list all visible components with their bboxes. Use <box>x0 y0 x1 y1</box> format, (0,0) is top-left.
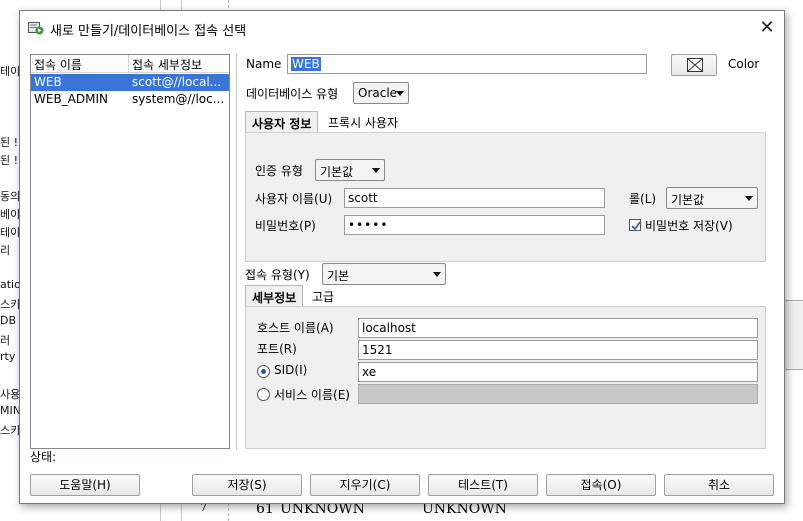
column-header-details[interactable]: 접속 세부정보 <box>132 56 202 73</box>
bg-fragment: 러 <box>0 334 11 347</box>
tab-user-info[interactable]: 사용자 정보 <box>245 111 319 133</box>
database-connection-icon <box>28 21 44 35</box>
bg-fragment: atio <box>0 278 21 291</box>
bg-fragment: 된 ! <box>0 154 19 167</box>
username-label: 사용자 이름(U) <box>255 192 333 206</box>
role-select[interactable]: 기본값 <box>666 187 758 209</box>
column-header-name[interactable]: 접속 이름 <box>34 56 82 73</box>
bg-fragment: 된 ! <box>0 136 19 149</box>
detail-tabs: 세부정보 고급 <box>245 285 765 307</box>
save-button[interactable]: 저장(S) <box>192 474 302 496</box>
dialog-button-bar: 도움말(H) 저장(S) 지우기(C) 테스트(T) 접속(O) 취소 <box>20 469 784 503</box>
color-swatch-icon <box>687 58 703 72</box>
connection-details: system@//loc... <box>132 92 225 106</box>
tab-advanced[interactable]: 고급 <box>306 285 340 307</box>
bg-fragment: MIN <box>0 404 21 417</box>
color-label: Color <box>728 57 760 71</box>
connection-name: WEB <box>34 75 62 89</box>
name-label: Name <box>246 57 282 71</box>
chevron-down-icon <box>372 168 380 173</box>
auth-type-label: 인증 유형 <box>255 164 303 178</box>
db-type-select[interactable]: Oracle <box>353 82 409 104</box>
username-input[interactable]: scott <box>344 188 605 208</box>
check-icon <box>631 221 641 231</box>
panel-separator <box>236 53 237 450</box>
tab-details[interactable]: 세부정보 <box>245 285 304 307</box>
dialog-titlebar[interactable]: 새로 만들기/데이터베이스 접속 선택 ✕ <box>20 11 784 45</box>
bg-fragment: 테이 <box>0 226 21 239</box>
bg-right-strip <box>785 300 803 370</box>
new-connection-dialog: 새로 만들기/데이터베이스 접속 선택 ✕ 접속 이름 접속 세부정보 WEB … <box>19 10 785 504</box>
chevron-down-icon <box>433 272 441 277</box>
background-left-panel: 테이 된 ! 된 ! 동의( 베이 테이 리 atio 스키 DB 7 러 rt… <box>0 0 27 521</box>
host-input[interactable]: localhost <box>358 318 758 338</box>
user-info-panel: 인증 유형 기본값 사용자 이름(U) scott 롤(L) 기본값 비밀번호(… <box>245 132 766 262</box>
user-info-tabs: 사용자 정보 프록시 사용자 <box>245 111 765 133</box>
color-picker-button[interactable] <box>671 54 717 76</box>
details-panel: 호스트 이름(A) localhost 포트(R) 1521 SID(I) xe… <box>245 306 766 449</box>
conn-type-select[interactable]: 기본 <box>322 263 446 285</box>
host-label: 호스트 이름(A) <box>257 321 334 335</box>
password-input[interactable]: ••••• <box>344 215 605 235</box>
connection-name: WEB_ADMIN <box>34 92 108 106</box>
connection-list-header: 접속 이름 접속 세부정보 <box>31 55 229 73</box>
port-input[interactable]: 1521 <box>358 340 758 360</box>
test-button[interactable]: 테스트(T) <box>428 474 538 496</box>
sid-label[interactable]: SID(I) <box>274 363 307 377</box>
clear-button[interactable]: 지우기(C) <box>310 474 420 496</box>
service-name-radio[interactable] <box>257 388 270 401</box>
connection-list[interactable]: 접속 이름 접속 세부정보 WEB scott@//local... WEB_A… <box>30 54 230 449</box>
db-type-label: 데이터베이스 유형 <box>246 87 339 101</box>
status-label: 상태: <box>30 450 57 464</box>
connection-row-web[interactable]: WEB scott@//local... <box>31 74 229 91</box>
save-password-checkbox[interactable] <box>629 219 641 231</box>
service-name-input <box>358 384 758 404</box>
help-button[interactable]: 도움말(H) <box>30 474 140 496</box>
close-icon[interactable]: ✕ <box>756 17 778 39</box>
tab-proxy-user[interactable]: 프록시 사용자 <box>322 111 404 133</box>
dialog-title: 새로 만들기/데이터베이스 접속 선택 <box>50 24 247 39</box>
sid-input[interactable]: xe <box>358 362 758 382</box>
bg-fragment: 사용 <box>0 388 21 401</box>
conn-type-label: 접속 유형(Y) <box>245 268 310 282</box>
chevron-down-icon <box>745 196 753 201</box>
name-input[interactable]: WEB <box>287 54 647 74</box>
bg-fragment: 스키 <box>0 424 21 437</box>
bg-fragment: 리 <box>0 244 11 257</box>
password-label: 비밀번호(P) <box>255 219 316 233</box>
role-label: 롤(L) <box>629 192 657 206</box>
auth-type-select[interactable]: 기본값 <box>315 159 385 181</box>
connect-button[interactable]: 접속(O) <box>546 474 656 496</box>
bg-fragment: 베이 <box>0 208 21 221</box>
service-name-label[interactable]: 서비스 이름(E) <box>274 386 350 403</box>
sid-radio[interactable] <box>257 365 270 378</box>
bg-fragment: 테이 <box>0 65 21 78</box>
cancel-button[interactable]: 취소 <box>664 474 774 496</box>
save-password-label[interactable]: 비밀번호 저장(V) <box>645 217 733 234</box>
bg-fragment: 스키 <box>0 298 21 311</box>
connection-row-web-admin[interactable]: WEB_ADMIN system@//loc... <box>31 91 229 108</box>
port-label: 포트(R) <box>257 342 297 356</box>
chevron-down-icon <box>396 91 404 96</box>
connection-details: scott@//local... <box>132 75 222 89</box>
